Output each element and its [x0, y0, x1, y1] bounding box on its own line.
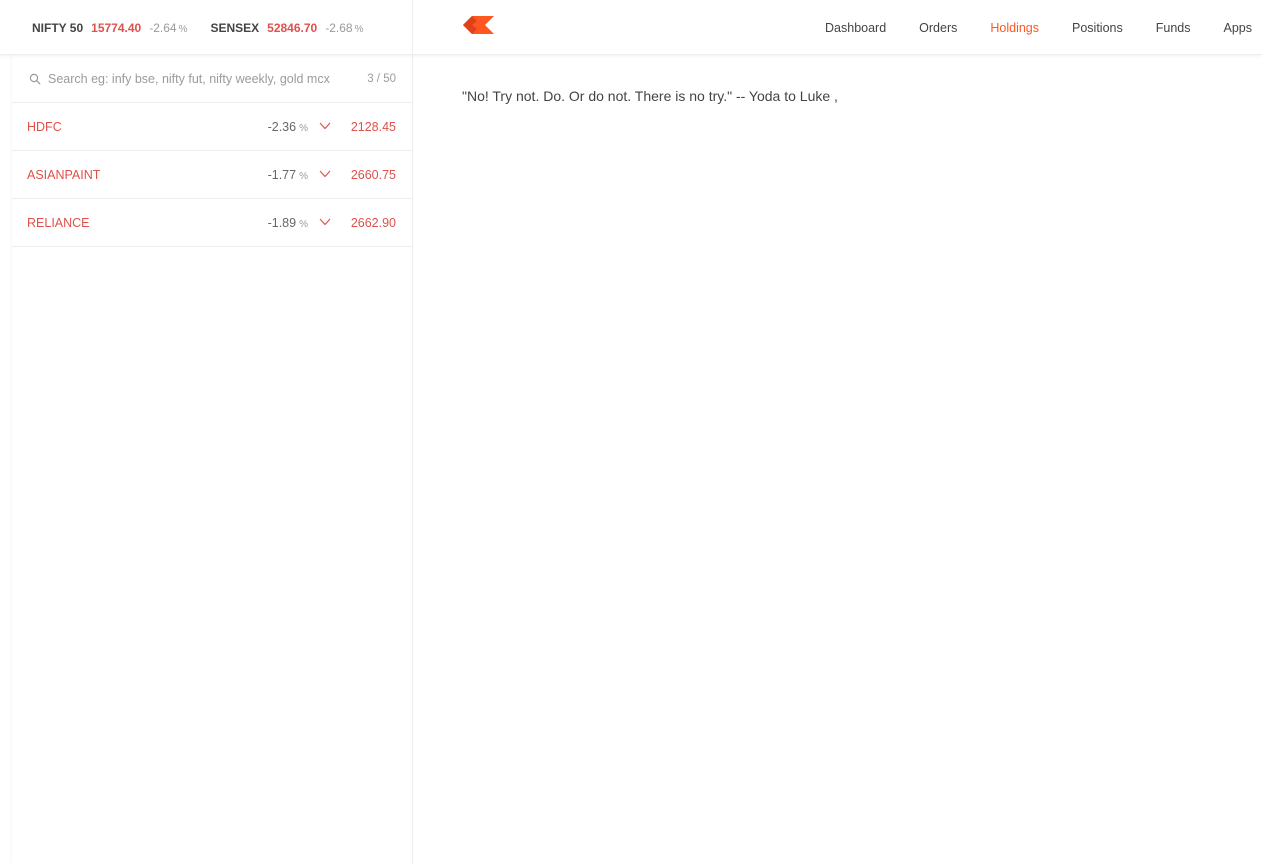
main-nav: Dashboard Orders Holdings Positions Fund… [792, 0, 1252, 55]
chevron-down-icon [319, 170, 331, 178]
market-indices: NIFTY 50 15774.40 -2.64% SENSEX 52846.70… [0, 0, 413, 55]
nav-positions[interactable]: Positions [1072, 21, 1123, 35]
main-content: "No! Try not. Do. Or do not. There is no… [413, 55, 1262, 864]
instrument-price: 2128.45 [350, 119, 396, 134]
watchlist-row[interactable]: HDFC -2.36% 2128.45 [12, 103, 412, 151]
index-change: -2.64% [149, 20, 188, 35]
nav-apps[interactable]: Apps [1224, 21, 1253, 35]
instrument-symbol: RELIANCE [27, 215, 90, 230]
search-icon [29, 73, 41, 85]
watchlist-sidebar: 3 / 50 HDFC -2.36% 2128.45 ASIANPAINT -1… [12, 55, 413, 864]
index-value: 15774.40 [91, 20, 142, 35]
search-input[interactable] [48, 67, 362, 91]
nav-funds[interactable]: Funds [1156, 21, 1191, 35]
instrument-price: 2660.75 [350, 167, 396, 182]
index-change: -2.68% [325, 20, 364, 35]
instrument-change: -2.36% [267, 119, 308, 134]
instrument-price: 2662.90 [350, 215, 396, 230]
watchlist-row[interactable]: ASIANPAINT -1.77% 2660.75 [12, 151, 412, 199]
instrument-symbol: ASIANPAINT [27, 167, 101, 182]
index-name: NIFTY 50 [32, 20, 84, 35]
instrument-change: -1.77% [267, 167, 308, 182]
empty-state-quote: "No! Try not. Do. Or do not. There is no… [462, 88, 838, 104]
index-nifty[interactable]: NIFTY 50 15774.40 -2.64% [32, 21, 187, 35]
index-name: SENSEX [210, 20, 260, 35]
kite-logo-icon[interactable] [463, 16, 494, 34]
watchlist-search: 3 / 50 [12, 55, 412, 103]
nav-holdings[interactable]: Holdings [990, 21, 1039, 35]
index-sensex[interactable]: SENSEX 52846.70 -2.68% [210, 21, 363, 35]
watchlist-count: 3 / 50 [367, 73, 396, 85]
nav-dashboard[interactable]: Dashboard [825, 21, 886, 35]
watchlist-row[interactable]: RELIANCE -1.89% 2662.90 [12, 199, 412, 247]
chevron-down-icon [319, 218, 331, 226]
top-header: NIFTY 50 15774.40 -2.64% SENSEX 52846.70… [0, 0, 1262, 55]
index-value: 52846.70 [267, 20, 318, 35]
nav-orders[interactable]: Orders [919, 21, 957, 35]
instrument-change: -1.89% [267, 215, 308, 230]
instrument-symbol: HDFC [27, 119, 62, 134]
chevron-down-icon [319, 122, 331, 130]
